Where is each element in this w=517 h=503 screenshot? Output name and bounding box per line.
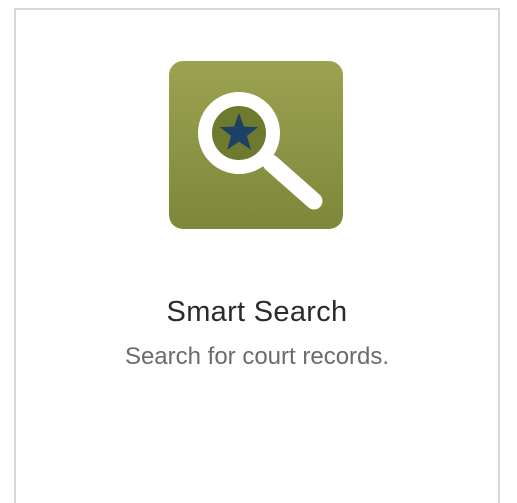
smart-search-tile[interactable]: Smart Search Search for court records. (14, 8, 500, 503)
tile-title: Smart Search (166, 296, 348, 328)
search-star-icon (169, 61, 343, 229)
tile-subtitle: Search for court records. (124, 343, 390, 370)
